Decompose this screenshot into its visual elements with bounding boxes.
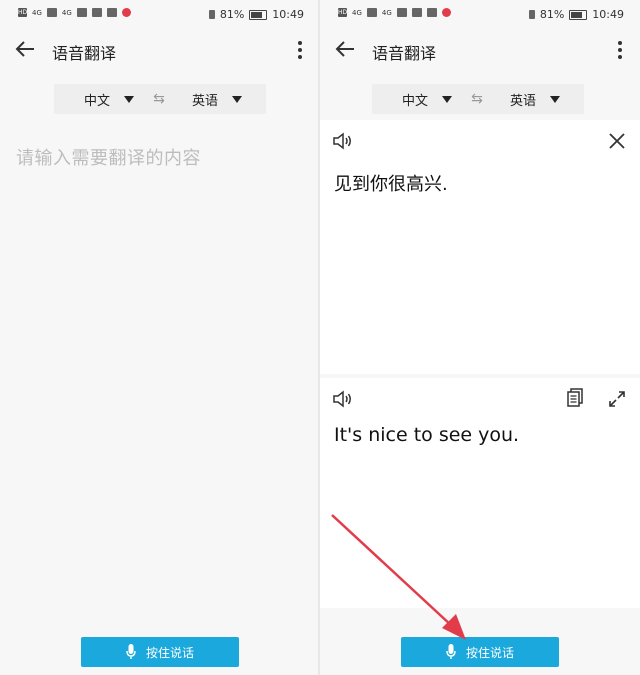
input-placeholder[interactable]: 请输入需要翻译的内容 (16, 144, 201, 170)
talk-button-label: 按住说话 (145, 645, 194, 660)
target-language-select[interactable]: 英语 (192, 90, 243, 109)
page-title: 语音翻译 (52, 44, 117, 63)
caret-down-icon (442, 95, 453, 103)
battery-icon (569, 9, 588, 20)
signal-icon (46, 8, 57, 17)
phone-screen-left: HD 4G 4G 81% 10:49 语音翻译 中文 ⇆ 英语 请输入需要翻译的… (0, 0, 320, 675)
phone-screen-right: HD 4G 4G 81% 10:49 语音翻译 中文 ⇆ 英语 见到你很高兴. … (320, 0, 640, 675)
back-button[interactable] (332, 36, 358, 62)
mic-icon (446, 644, 456, 659)
speaker-icon[interactable] (332, 132, 354, 150)
translation-card: It's nice to see you. (320, 378, 640, 608)
hd-icon: HD (338, 8, 348, 17)
more-vert-icon[interactable] (292, 37, 308, 63)
signal-label: 4G (32, 8, 42, 17)
source-text[interactable]: 见到你很高兴. (334, 170, 448, 196)
hold-to-talk-button[interactable]: 按住说话 (401, 637, 559, 667)
page-title: 语音翻译 (372, 44, 437, 63)
signal-icon (76, 8, 87, 17)
target-language-select[interactable]: 英语 (510, 90, 561, 109)
copy-icon[interactable] (566, 388, 584, 408)
source-language-label: 中文 (402, 93, 429, 109)
swap-icon[interactable]: ⇆ (148, 91, 170, 107)
talk-button-label: 按住说话 (465, 645, 514, 660)
more-vert-icon[interactable] (612, 37, 628, 63)
battery-icon (249, 9, 268, 20)
swap-icon[interactable]: ⇆ (466, 91, 488, 107)
status-bar: HD 4G 4G 81% 10:49 (320, 0, 640, 30)
source-language-select[interactable]: 中文 (84, 90, 135, 109)
source-language-label: 中文 (84, 93, 111, 109)
notification-icon (121, 8, 131, 17)
clock: 10:49 (592, 8, 624, 21)
signal-icon (396, 8, 407, 17)
hd-icon: HD (18, 8, 28, 17)
hold-to-talk-button[interactable]: 按住说话 (81, 637, 239, 667)
speaker-icon[interactable] (332, 390, 354, 408)
signal-label: 4G (352, 8, 362, 17)
language-bar: 中文 ⇆ 英语 (372, 84, 584, 114)
caret-down-icon (124, 95, 135, 103)
back-arrow-icon (335, 41, 354, 57)
close-icon[interactable] (608, 132, 626, 150)
signal-icon (366, 8, 377, 17)
app-bar: 语音翻译 (320, 30, 640, 70)
caret-down-icon (232, 95, 243, 103)
status-bar: HD 4G 4G 81% 10:49 (0, 0, 320, 30)
target-language-label: 英语 (510, 93, 537, 109)
language-bar: 中文 ⇆ 英语 (54, 84, 266, 114)
wifi-icon (411, 8, 422, 17)
translated-text[interactable]: It's nice to see you. (334, 424, 519, 446)
expand-icon[interactable] (608, 390, 626, 408)
signal-label: 4G (381, 8, 392, 17)
alarm-icon (106, 8, 117, 17)
back-button[interactable] (12, 36, 38, 62)
app-bar: 语音翻译 (0, 30, 320, 70)
mic-icon (126, 644, 136, 659)
source-text-card: 见到你很高兴. (320, 120, 640, 374)
back-arrow-icon (15, 41, 34, 57)
vibrate-icon (208, 10, 215, 19)
notification-icon (441, 8, 451, 17)
signal-label: 4G (61, 8, 72, 17)
vibrate-icon (528, 10, 535, 19)
source-language-select[interactable]: 中文 (402, 90, 453, 109)
clock: 10:49 (272, 8, 304, 21)
caret-down-icon (550, 95, 561, 103)
alarm-icon (426, 8, 437, 17)
battery-percent: 81% (539, 8, 565, 21)
target-language-label: 英语 (192, 93, 219, 109)
battery-percent: 81% (219, 8, 245, 21)
wifi-icon (91, 8, 102, 17)
